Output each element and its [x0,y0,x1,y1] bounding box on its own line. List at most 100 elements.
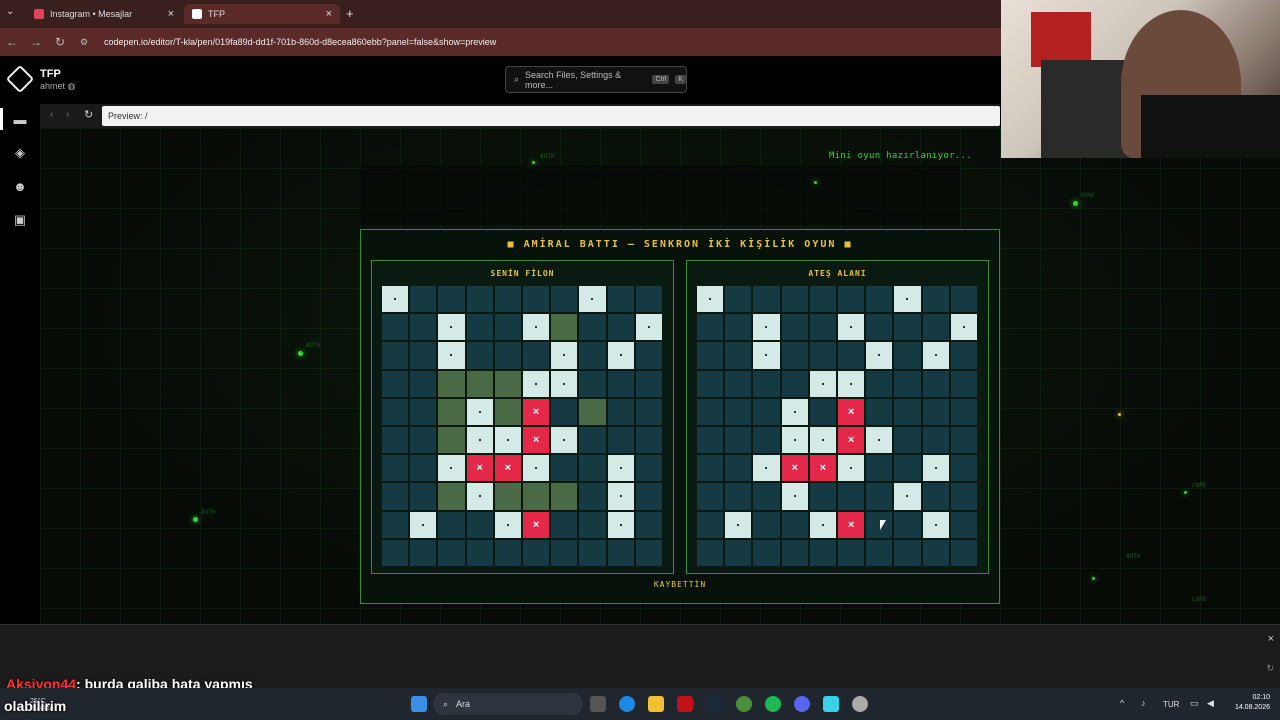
water-cell[interactable] [866,286,893,313]
water-cell[interactable] [950,426,977,454]
water-cell[interactable] [725,342,752,369]
miss-cell[interactable] [866,342,893,369]
tab-tfp[interactable]: TFP × [184,4,340,24]
water-cell[interactable] [781,286,808,313]
water-cell[interactable] [697,455,724,482]
water-cell[interactable] [950,539,977,566]
water-cell[interactable] [894,426,921,454]
water-cell[interactable] [837,342,865,369]
water-cell[interactable] [894,342,921,369]
water-cell[interactable] [922,539,949,566]
water-cell[interactable] [781,370,808,397]
water-cell[interactable] [837,539,865,566]
chrome-icon[interactable] [736,696,752,712]
water-cell[interactable] [753,286,780,313]
water-cell[interactable] [697,539,724,566]
miss-cell[interactable] [809,370,836,397]
pen-title[interactable]: TFP [40,68,61,80]
close-tab-icon[interactable]: × [326,8,332,20]
water-cell[interactable] [809,539,836,566]
water-cell[interactable] [781,539,808,566]
water-cell[interactable] [697,398,724,425]
miss-cell[interactable] [950,314,977,341]
water-cell[interactable] [894,539,921,566]
water-cell[interactable] [866,398,893,425]
water-cell[interactable] [781,342,808,369]
water-cell[interactable] [894,314,921,341]
miss-cell[interactable] [837,455,865,482]
water-cell[interactable] [894,511,921,538]
miss-cell[interactable] [922,455,949,482]
water-cell[interactable] [697,426,724,454]
preview-back-icon[interactable]: ‹ [50,109,53,120]
miss-cell[interactable] [753,455,780,482]
water-cell[interactable] [866,455,893,482]
water-cell[interactable] [697,483,724,510]
microphone-icon[interactable]: ♪ [1141,698,1146,708]
obs-icon[interactable] [852,696,868,712]
close-tab-icon[interactable]: × [168,8,174,20]
miss-cell[interactable] [894,286,921,313]
miss-cell[interactable] [809,511,836,538]
search-input[interactable]: ⌕ Search Files, Settings & more... Ctrl K [505,66,687,93]
reload-icon[interactable]: ↻ [48,35,72,49]
water-cell[interactable] [922,483,949,510]
tab-list-button[interactable]: ⌄ [6,6,14,17]
water-cell[interactable] [922,426,949,454]
miss-cell[interactable] [866,426,893,454]
new-tab-button[interactable]: + [346,6,354,21]
tray-chevron-icon[interactable]: ^ [1120,698,1124,708]
water-cell[interactable] [809,342,836,369]
files-icon[interactable]: ▬ [11,113,29,127]
miss-cell[interactable] [753,342,780,369]
network-icon[interactable]: ▭ [1190,698,1199,709]
hit-cell[interactable]: × [837,511,865,538]
close-panel-icon[interactable]: × [1268,633,1274,645]
water-cell[interactable] [837,286,865,313]
water-cell[interactable] [866,370,893,397]
water-cell[interactable] [950,286,977,313]
water-cell[interactable] [894,398,921,425]
water-cell[interactable] [950,342,977,369]
water-cell[interactable] [753,370,780,397]
miss-cell[interactable] [725,511,752,538]
water-cell[interactable] [837,483,865,510]
miss-cell[interactable] [781,483,808,510]
water-cell[interactable] [781,314,808,341]
miss-cell[interactable] [809,426,836,454]
comments-icon[interactable]: ▣ [11,213,29,227]
discord-icon[interactable] [794,696,810,712]
hit-cell[interactable]: × [837,398,865,425]
pen-author[interactable]: ahmet ◍ [40,81,75,92]
water-cell[interactable] [753,398,780,425]
water-cell[interactable] [950,483,977,510]
add-collaborator-icon[interactable]: ☻ [11,180,29,194]
netflix-icon[interactable] [677,696,693,712]
url-field[interactable]: codepen.io/editor/T-kla/pen/019fa89d-dd1… [104,37,496,47]
water-cell[interactable] [950,455,977,482]
water-cell[interactable] [894,370,921,397]
target-grid[interactable]: × × × × × [697,286,977,566]
miss-cell[interactable] [894,483,921,510]
water-cell[interactable] [725,426,752,454]
preview-reload-icon[interactable]: ↻ [84,108,93,121]
water-cell[interactable] [725,370,752,397]
miss-cell[interactable] [922,342,949,369]
water-cell[interactable] [950,398,977,425]
water-cell[interactable] [866,314,893,341]
water-cell[interactable] [922,370,949,397]
water-cell[interactable] [950,370,977,397]
hit-cell[interactable]: × [809,455,836,482]
taskbar-search[interactable]: ⌕ Ara [433,693,583,715]
spotify-icon[interactable] [765,696,781,712]
water-cell[interactable] [725,539,752,566]
preview-forward-icon[interactable]: › [66,109,69,120]
miss-cell[interactable] [781,426,808,454]
site-info-icon[interactable]: ⚙ [72,37,96,48]
task-view-icon[interactable] [590,696,606,712]
water-cell[interactable] [781,511,808,538]
layers-icon[interactable]: ◈ [11,146,29,160]
water-cell[interactable] [809,314,836,341]
water-cell[interactable] [866,539,893,566]
language-indicator[interactable]: TUR [1163,700,1179,709]
